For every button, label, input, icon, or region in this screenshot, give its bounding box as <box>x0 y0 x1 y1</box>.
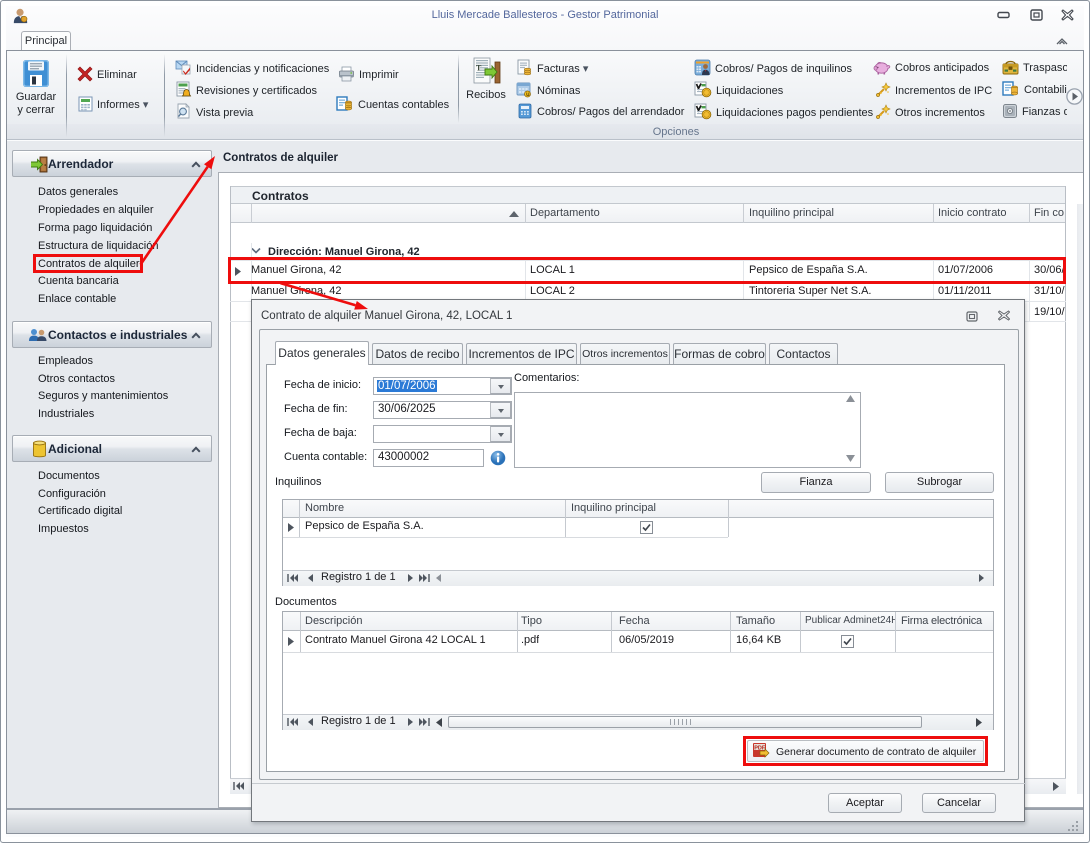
svg-text:u: u <box>526 92 530 98</box>
svg-text:T: T <box>476 64 482 73</box>
svg-text:PDF: PDF <box>754 745 766 751</box>
